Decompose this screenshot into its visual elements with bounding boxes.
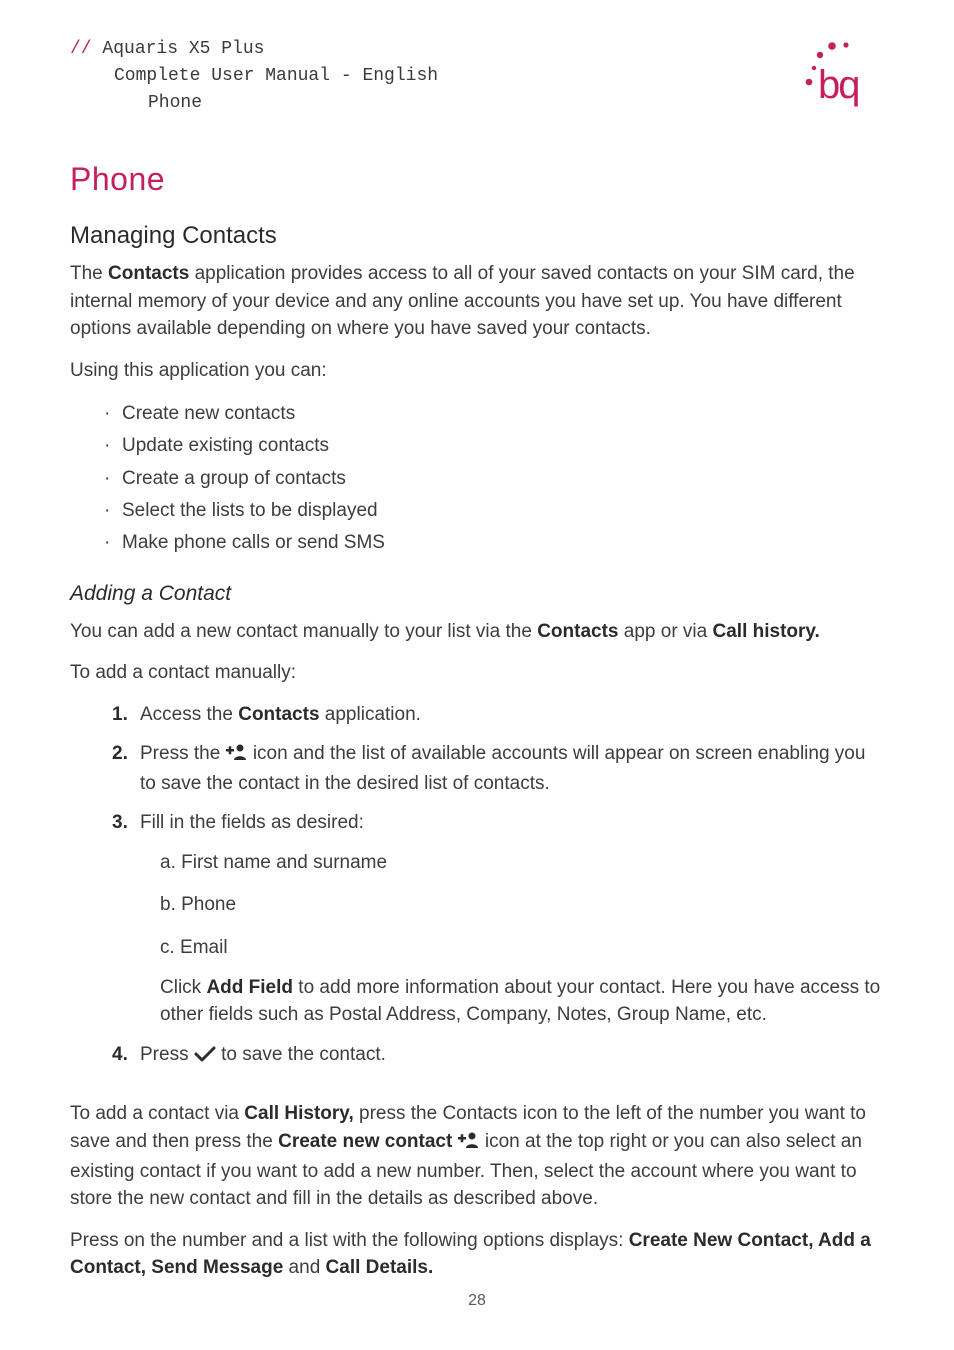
step-2: Press the icon and the list of available…: [140, 740, 884, 797]
step-3: Fill in the fields as desired: a. First …: [140, 809, 884, 1029]
breadcrumb-section: Phone: [70, 90, 438, 117]
step-1: Access the Contacts application.: [140, 701, 884, 729]
step-3-note: Click Add Field to add more information …: [140, 974, 884, 1029]
list-item: Create a group of contacts: [122, 463, 884, 495]
svg-text:bq: bq: [818, 63, 859, 107]
list-item: Create new contacts: [122, 398, 884, 430]
bq-logo: bq: [784, 36, 884, 117]
step-3a: a. First name and surname: [140, 847, 884, 879]
breadcrumb: // Aquaris X5 Plus Complete User Manual …: [70, 36, 438, 117]
adding-paragraph-1: You can add a new contact manually to yo…: [70, 618, 884, 646]
breadcrumb-manual: Complete User Manual - English: [70, 63, 438, 90]
intro-paragraph-2: Using this application you can:: [70, 357, 884, 385]
feature-list: Create new contacts Update existing cont…: [70, 398, 884, 559]
section-managing-contacts: Managing Contacts: [70, 222, 884, 250]
add-contact-icon: [458, 1130, 480, 1158]
step-3b: b. Phone: [140, 889, 884, 921]
checkmark-icon: [194, 1043, 216, 1071]
list-item: Select the lists to be displayed: [122, 495, 884, 527]
add-contact-icon: [226, 742, 248, 770]
breadcrumb-slashes: //: [70, 39, 92, 59]
steps-list: Access the Contacts application. Press t…: [70, 701, 884, 1071]
intro-paragraph-1: The Contacts application provides access…: [70, 260, 884, 343]
step-4: Press to save the contact.: [140, 1041, 884, 1071]
breadcrumb-product: Aquaris X5 Plus: [102, 39, 264, 59]
step-3c: c. Email: [140, 932, 884, 964]
page-number: 28: [0, 1292, 954, 1310]
subsection-adding-contact: Adding a Contact: [70, 582, 884, 606]
page-title: Phone: [70, 161, 884, 198]
page-header: // Aquaris X5 Plus Complete User Manual …: [70, 36, 884, 117]
list-item: Make phone calls or send SMS: [122, 527, 884, 559]
options-paragraph: Press on the number and a list with the …: [70, 1227, 884, 1282]
via-call-history-paragraph: To add a contact via Call History, press…: [70, 1100, 884, 1212]
list-item: Update existing contacts: [122, 430, 884, 462]
adding-paragraph-2: To add a contact manually:: [70, 659, 884, 687]
